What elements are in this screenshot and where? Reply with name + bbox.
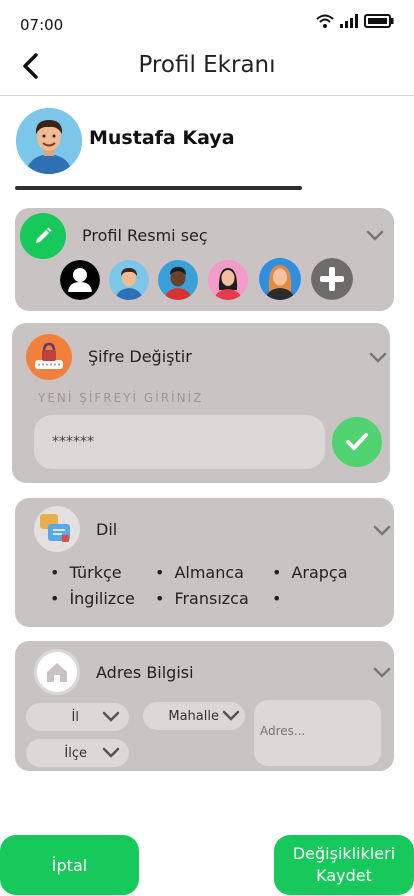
blonde-woman-avatar-icon (259, 258, 301, 300)
plus-icon (311, 258, 353, 300)
language-option-french[interactable]: Fransızca (155, 589, 248, 608)
user-avatar (16, 108, 82, 174)
language-option-empty[interactable] (272, 589, 291, 608)
avatar-option-man[interactable] (109, 260, 149, 300)
cancel-button[interactable]: İptal (0, 835, 139, 895)
language-option-arabic[interactable]: Arapça (272, 563, 347, 582)
password-title: Şifre Değiştir (88, 347, 192, 366)
avatar-option-blonde-woman[interactable] (259, 258, 301, 300)
woman-avatar-icon (208, 260, 248, 300)
chevron-down-icon (222, 710, 240, 721)
header-divider (0, 95, 414, 96)
province-label: İl (71, 709, 79, 725)
language-chevron-icon[interactable] (372, 520, 392, 540)
confirm-password-button[interactable] (332, 417, 382, 467)
man-avatar-icon (109, 260, 149, 300)
status-time: 07:00 (20, 16, 64, 34)
translate-icon (34, 506, 80, 552)
district-select[interactable]: İlçe (26, 739, 129, 767)
man-avatar-icon (16, 108, 82, 174)
page-title: Profil Ekranı (138, 52, 276, 78)
pencil-icon (36, 227, 52, 243)
battery-icon (364, 14, 394, 28)
edit-button[interactable] (20, 213, 66, 259)
district-label: İlçe (64, 745, 87, 761)
add-avatar-button[interactable] (311, 258, 353, 300)
password-input[interactable] (34, 415, 325, 469)
address-input[interactable] (254, 700, 381, 766)
avatar-option-default[interactable] (60, 260, 100, 300)
profile-picture-title: Profil Resmi seç (82, 226, 208, 245)
neighborhood-label: Mahalle (168, 708, 219, 724)
user-underline (15, 186, 302, 190)
language-option-turkish[interactable]: Türkçe (50, 563, 121, 582)
chevron-down-icon (102, 711, 120, 722)
language-option-german[interactable]: Almanca (155, 563, 244, 582)
avatar-option-woman[interactable] (208, 260, 248, 300)
chevron-down-icon (102, 747, 120, 758)
lock-icon (26, 334, 72, 380)
wifi-icon (316, 14, 334, 28)
language-title: Dil (96, 520, 118, 539)
password-hint: YENİ ŞİFREYİ GİRİNİZ (38, 391, 204, 405)
neighborhood-select[interactable]: Mahalle (143, 702, 245, 730)
language-option-english[interactable]: İngilizce (50, 589, 134, 608)
province-select[interactable]: İl (26, 703, 129, 731)
dark-man-avatar-icon (158, 260, 198, 300)
checkmark-icon (346, 433, 368, 450)
home-icon (34, 649, 80, 695)
address-title: Adres Bilgisi (96, 663, 194, 682)
signal-icon (340, 14, 358, 28)
address-chevron-icon[interactable] (372, 662, 392, 682)
user-name: Mustafa Kaya (89, 127, 235, 149)
status-icons (316, 14, 394, 28)
password-chevron-icon[interactable] (368, 347, 388, 367)
save-changes-button[interactable]: Değişiklikleri Kaydet (274, 835, 414, 895)
profile-picture-chevron-icon[interactable] (365, 225, 385, 245)
default-avatar-icon (60, 260, 100, 300)
avatar-option-dark-man[interactable] (158, 260, 198, 300)
